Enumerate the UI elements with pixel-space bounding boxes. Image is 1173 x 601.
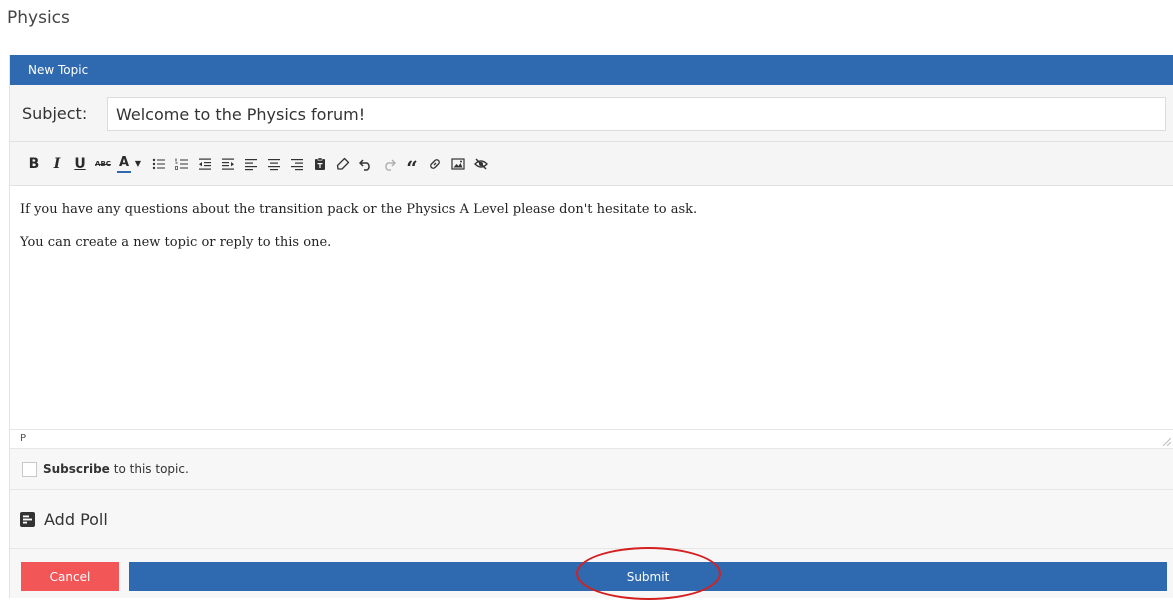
align-left-icon[interactable] (241, 153, 261, 175)
cancel-button[interactable]: Cancel (21, 562, 119, 591)
bullet-list-icon[interactable] (149, 153, 169, 175)
clear-formatting-icon[interactable] (333, 153, 353, 175)
link-icon[interactable] (425, 153, 445, 175)
element-path: P (20, 433, 27, 444)
subscribe-label-strong: Subscribe (43, 462, 110, 476)
bold-icon[interactable]: B (24, 153, 44, 175)
editor-paragraph-2: You can create a new topic or reply to t… (20, 235, 332, 250)
new-topic-panel: New Topic Subject: B I U ABC A ▼ (9, 55, 1173, 598)
resize-handle-icon[interactable] (1163, 438, 1171, 446)
text-color-icon[interactable]: A (116, 153, 132, 175)
editor-toolbar: B I U ABC A ▼ “ (10, 142, 1173, 186)
numbered-list-icon[interactable] (172, 153, 192, 175)
add-poll-label: Add Poll (44, 509, 108, 529)
spoiler-icon[interactable] (471, 153, 491, 175)
align-center-icon[interactable] (264, 153, 284, 175)
image-icon[interactable] (448, 153, 468, 175)
blockquote-icon[interactable]: “ (402, 153, 422, 178)
subscribe-row: Subscribe to this topic. (10, 449, 1173, 490)
editor-content[interactable]: If you have any questions about the tran… (10, 186, 1173, 430)
action-buttons: Cancel Submit (10, 549, 1173, 601)
paste-text-icon[interactable] (310, 153, 330, 175)
poll-icon (20, 511, 35, 527)
text-color-bar (117, 170, 131, 173)
align-right-icon[interactable] (287, 153, 307, 175)
text-color-letter: A (118, 154, 130, 170)
page-title: Physics (7, 8, 70, 28)
undo-icon[interactable] (356, 153, 376, 175)
editor-statusbar: P (10, 430, 1173, 449)
submit-button[interactable]: Submit (129, 562, 1167, 591)
panel-header: New Topic (10, 55, 1173, 85)
strikethrough-icon[interactable]: ABC (93, 153, 113, 175)
italic-icon[interactable]: I (47, 153, 67, 175)
indent-icon[interactable] (218, 153, 238, 175)
outdent-icon[interactable] (195, 153, 215, 175)
text-color-dropdown-icon[interactable]: ▼ (133, 153, 143, 175)
add-poll-row[interactable]: Add Poll (10, 490, 1173, 549)
editor-paragraph-1: If you have any questions about the tran… (20, 202, 698, 217)
subject-label: Subject: (22, 104, 88, 123)
redo-icon[interactable] (379, 153, 399, 175)
subject-input[interactable] (107, 97, 1166, 131)
underline-icon[interactable]: U (70, 153, 90, 175)
subscribe-checkbox[interactable] (22, 461, 37, 477)
subject-row: Subject: (10, 85, 1173, 142)
subscribe-label: to this topic. (113, 462, 189, 476)
